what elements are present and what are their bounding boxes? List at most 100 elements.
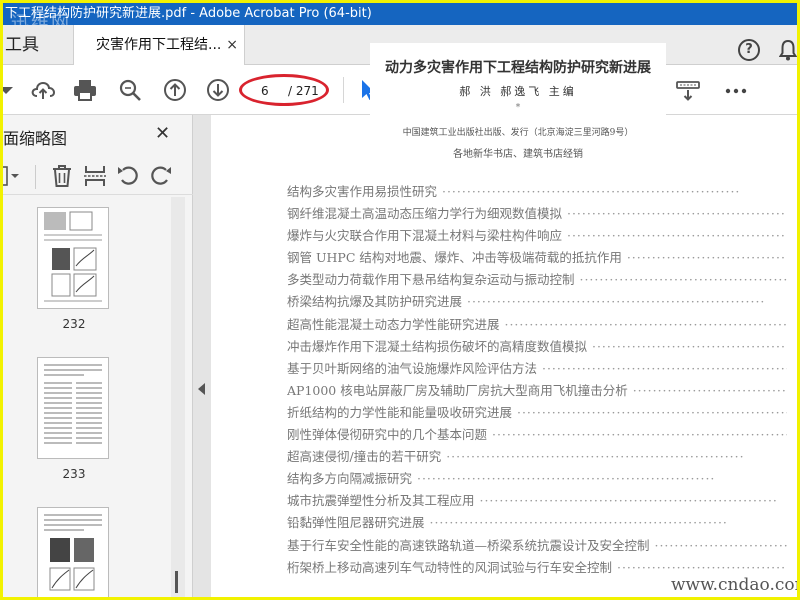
thumbnail-scrollbar[interactable] — [171, 197, 185, 597]
toc-leader-dots: ········································… — [616, 559, 787, 575]
tab-document-label: 灾害作用下工程结... — [96, 37, 222, 53]
document-viewer: 结构多灾害作用易损性研究 ···························… — [193, 115, 797, 597]
toc-leader-dots: ········································… — [654, 537, 787, 553]
toc-entry: 冲击爆炸作用下混凝土结构损伤破坏的高精度数值模拟 ···············… — [287, 336, 787, 358]
toc-entry-title: 基于贝叶斯网络的油气设施爆炸风险评估方法 — [287, 360, 538, 376]
toc-entry: 桥梁结构抗爆及其防护研究进展 ·························… — [287, 291, 787, 313]
read-mode-icon[interactable] — [675, 77, 701, 103]
cloud-upload-icon[interactable] — [30, 77, 56, 103]
bell-icon[interactable] — [779, 39, 797, 61]
collapse-panel-icon[interactable] — [198, 383, 205, 395]
toc-entry-title: 冲击爆炸作用下混凝土结构损伤破坏的高精度数值模拟 — [287, 338, 588, 354]
close-panel-icon[interactable]: ✕ — [155, 123, 170, 144]
toc-leader-dots: ········································… — [591, 338, 787, 354]
book-info-card: 动力多灾害作用下工程结构防护研究新进展 郝 洪 郝逸飞 主编 * 中国建筑工业出… — [370, 43, 666, 167]
toc-entry-title: 城市抗震弹塑性分析及其工程应用 — [287, 493, 475, 509]
page-thumbnails-panel: 页面缩略图 ✕ — [3, 115, 193, 597]
toc-entry-title: 铅黏弹性阻尼器研究进展 — [287, 515, 425, 531]
toc-entry: 爆炸与火灾联合作用下混凝土材料与梁柱构件响应 ·················… — [287, 225, 787, 247]
thumbnail-options-dropdown[interactable] — [3, 163, 23, 189]
toc-leader-dots: ········································… — [441, 449, 745, 465]
book-title: 动力多灾害作用下工程结构防护研究新进展 — [385, 60, 651, 76]
help-icon[interactable]: ? — [738, 39, 760, 61]
close-tab-icon[interactable]: × — [226, 25, 238, 65]
page-thumbnail[interactable] — [37, 507, 109, 597]
toc-entry-title: 多类型动力荷载作用下悬吊结构复杂运动与振动控制 — [287, 272, 575, 288]
toc-entry-title: 折纸结构的力学性能和能量吸收研究进展 — [287, 404, 513, 420]
book-separator: * — [515, 103, 521, 113]
toc-entry: 钢纤维混凝土高温动态压缩力学行为细观数值模拟 ·················… — [287, 203, 787, 225]
toc-leader-dots: ········································… — [424, 515, 728, 531]
tab-tools[interactable]: 工具 — [3, 25, 67, 65]
toc-entry-title: 钢管 UHPC 结构对地震、爆炸、冲击等极端荷载的抵抗作用 — [287, 250, 622, 266]
toc-entry-title: 超高性能混凝土动态力学性能研究进展 — [287, 316, 500, 332]
trash-icon[interactable] — [49, 163, 75, 189]
thumbnail-preview — [44, 211, 102, 302]
toc-leader-dots: ········································… — [437, 184, 741, 199]
previous-page-icon[interactable] — [162, 77, 188, 103]
page-number-input[interactable]: 6 — [261, 84, 269, 98]
tab-document[interactable]: 灾害作用下工程结... × — [73, 25, 245, 66]
site-watermark: www.cndao.com — [671, 575, 797, 595]
toc-entry-title: 桁架桥上移动高速列车气动特性的风洞试验与行车安全控制 — [287, 559, 613, 575]
page-total: / 271 — [288, 84, 319, 98]
pdf-page: 结构多灾害作用易损性研究 ···························… — [211, 115, 797, 597]
toc-leader-dots: ········································… — [566, 206, 787, 222]
panel-title: 页面缩略图 — [3, 129, 68, 148]
panel-divider — [35, 165, 36, 189]
toc-entry: AP1000 核电站屏蔽厂房及辅助厂房抗大型商用飞机撞击分析 ·········… — [287, 380, 787, 402]
toc-entry: 基于贝叶斯网络的油气设施爆炸风险评估方法 ···················… — [287, 358, 787, 380]
toc-entry: 多类型动力荷载作用下悬吊结构复杂运动与振动控制 ················… — [287, 269, 787, 291]
toc-entry-title: AP1000 核电站屏蔽厂房及辅助厂房抗大型商用飞机撞击分析 — [287, 382, 628, 398]
insert-page-icon[interactable] — [82, 163, 108, 189]
thumbnail-list: 232 233 — [3, 197, 171, 597]
thumbnail-preview — [44, 364, 102, 444]
thumbnail-preview — [44, 514, 102, 591]
search-icon[interactable] — [117, 77, 143, 103]
toc-entry: 超高性能混凝土动态力学性能研究进展 ······················… — [287, 314, 787, 336]
thumbnail-toolbar — [3, 159, 193, 195]
toc-entry: 结构多方向隔减振研究 ·····························… — [287, 468, 787, 490]
book-publisher: 中国建筑工业出版社出版、发行（北京海淀三里河路9号） — [402, 128, 634, 138]
more-options-icon[interactable] — [723, 77, 749, 103]
toc-leader-dots: ········································… — [499, 316, 787, 332]
toolbar-divider — [343, 77, 344, 103]
toc-entry: 钢管 UHPC 结构对地震、爆炸、冲击等极端荷载的抵抗作用 ··········… — [287, 247, 787, 269]
next-page-icon[interactable] — [205, 77, 231, 103]
toc-entry-title: 结构多灾害作用易损性研究 — [287, 184, 438, 199]
toc-entry: 刚性弹体侵彻研究中的几个基本问题 ·······················… — [287, 424, 787, 446]
toc-leader-dots: ········································… — [566, 228, 787, 244]
toc-entry: 超高速侵彻/撞击的若干研究 ··························… — [287, 446, 787, 468]
toc-leader-dots: ········································… — [512, 404, 787, 420]
toc-entry: 基于行车安全性能的高速铁路轨道—桥梁系统抗震设计及安全控制 ··········… — [287, 535, 787, 557]
toc-leader-dots: ········································… — [541, 360, 787, 376]
toc-leader-dots: ········································… — [632, 382, 787, 398]
toc-entry: 结构多灾害作用易损性研究 ···························… — [287, 181, 787, 203]
title-bar: 下工程结构防护研究新进展.pdf - Adobe Acrobat Pro (64… — [3, 3, 797, 25]
toc-leader-dots: ········································… — [412, 471, 716, 487]
toc-entry-title: 超高速侵彻/撞击的若干研究 — [287, 449, 442, 465]
table-of-contents: 结构多灾害作用易损性研究 ···························… — [287, 181, 787, 579]
toc-entry: 折纸结构的力学性能和能量吸收研究进展 ·····················… — [287, 402, 787, 424]
chevron-down-icon[interactable] — [3, 77, 19, 103]
toc-leader-dots: ········································… — [474, 493, 778, 509]
application-window: 下工程结构防护研究新进展.pdf - Adobe Acrobat Pro (64… — [3, 3, 797, 597]
toc-entry-title: 结构多方向隔减振研究 — [287, 471, 413, 487]
rotate-clockwise-icon[interactable] — [148, 163, 174, 189]
toc-leader-dots: ········································… — [487, 427, 787, 443]
toc-entry-title: 桥梁结构抗爆及其防护研究进展 — [287, 294, 463, 310]
thumbnail-page-label: 232 — [62, 317, 86, 331]
toc-entry-title: 钢纤维混凝土高温动态压缩力学行为细观数值模拟 — [287, 206, 563, 222]
toc-entry-title: 刚性弹体侵彻研究中的几个基本问题 — [287, 427, 488, 443]
toc-entry-title: 基于行车安全性能的高速铁路轨道—桥梁系统抗震设计及安全控制 — [287, 537, 650, 553]
thumbnail-scrollbar-thumb[interactable] — [175, 571, 178, 593]
toc-leader-dots: ········································… — [626, 250, 787, 266]
page-thumbnail[interactable] — [37, 357, 109, 459]
rotate-counterclockwise-icon[interactable] — [115, 163, 141, 189]
toc-entry: 铅黏弹性阻尼器研究进展 ····························… — [287, 512, 787, 534]
book-editors: 郝 洪 郝逸飞 主编 — [459, 85, 577, 98]
page-thumbnail[interactable] — [37, 207, 109, 309]
toc-entry: 城市抗震弹塑性分析及其工程应用 ························… — [287, 490, 787, 512]
book-distribution: 各地新华书店、建筑书店经销 — [453, 149, 583, 160]
print-icon[interactable] — [72, 77, 98, 103]
